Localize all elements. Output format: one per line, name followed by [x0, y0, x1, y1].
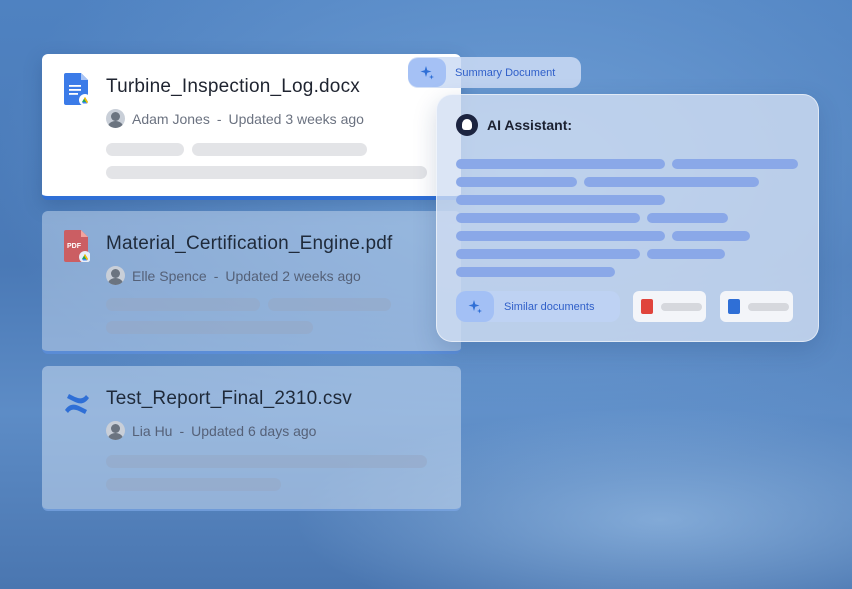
- google-docs-icon: [64, 73, 90, 105]
- response-line: [456, 267, 615, 277]
- separator: -: [213, 267, 219, 284]
- updated-time: Updated 2 weeks ago: [225, 267, 361, 284]
- file-meta: Elle Spence - Updated 2 weeks ago: [106, 266, 361, 285]
- response-line: [456, 159, 665, 169]
- response-line: [456, 231, 665, 241]
- updated-time: Updated 3 weeks ago: [228, 110, 364, 127]
- placeholder-bar: [106, 478, 281, 491]
- google-docs-icon: [728, 299, 740, 314]
- confluence-icon: [65, 394, 89, 414]
- response-line: [456, 249, 640, 259]
- response-line: [456, 177, 577, 187]
- placeholder-bar: [106, 166, 427, 179]
- sparkle-icon: [408, 58, 446, 87]
- response-line: [647, 213, 728, 223]
- ai-assistant-logo-icon: [456, 114, 478, 136]
- avatar: [106, 266, 125, 285]
- placeholder-bar: [192, 143, 367, 156]
- updated-time: Updated 6 days ago: [191, 422, 317, 439]
- ai-assistant-title: AI Assistant:: [487, 117, 573, 133]
- file-name[interactable]: Material_Certification_Engine.pdf: [106, 233, 392, 255]
- similar-doc-pdf[interactable]: [633, 291, 706, 322]
- response-line: [456, 213, 640, 223]
- file-card-test-report[interactable]: Test_Report_Final_2310.csv Lia Hu - Upda…: [42, 366, 461, 511]
- ai-assistant-panel: AI Assistant: Similar documents: [436, 94, 819, 342]
- author-name: Lia Hu: [132, 422, 173, 439]
- file-meta: Adam Jones - Updated 3 weeks ago: [106, 109, 364, 128]
- placeholder-bar: [748, 302, 789, 311]
- similar-doc-gdoc[interactable]: [720, 291, 793, 322]
- placeholder-bar: [106, 321, 313, 334]
- response-line: [672, 159, 798, 169]
- author-name: Elle Spence: [132, 267, 207, 284]
- placeholder-bar: [661, 302, 702, 311]
- file-card-turbine[interactable]: Turbine_Inspection_Log.docx Adam Jones -…: [42, 54, 461, 200]
- similar-documents-button[interactable]: Similar documents: [456, 291, 620, 322]
- pdf-file-icon: [641, 299, 653, 314]
- placeholder-bar: [106, 143, 184, 156]
- file-name[interactable]: Turbine_Inspection_Log.docx: [106, 76, 360, 98]
- author-name: Adam Jones: [132, 110, 210, 127]
- file-card-material[interactable]: PDF Material_Certification_Engine.pdf El…: [42, 211, 461, 354]
- pdf-label: PDF: [67, 243, 82, 250]
- summary-document-label: Summary Document: [455, 66, 556, 79]
- similar-documents-label: Similar documents: [504, 300, 595, 313]
- summary-document-button[interactable]: Summary Document: [408, 57, 581, 88]
- file-name[interactable]: Test_Report_Final_2310.csv: [106, 388, 352, 410]
- placeholder-bar: [106, 455, 427, 468]
- response-line: [647, 249, 725, 259]
- sparkle-icon: [456, 291, 494, 322]
- response-line: [672, 231, 750, 241]
- response-line: [456, 195, 665, 205]
- pdf-file-icon: PDF: [64, 230, 90, 262]
- avatar: [106, 421, 125, 440]
- placeholder-bar: [106, 298, 260, 311]
- placeholder-bar: [268, 298, 391, 311]
- separator: -: [216, 110, 222, 127]
- response-line: [584, 177, 759, 187]
- file-meta: Lia Hu - Updated 6 days ago: [106, 421, 316, 440]
- avatar: [106, 109, 125, 128]
- separator: -: [179, 422, 185, 439]
